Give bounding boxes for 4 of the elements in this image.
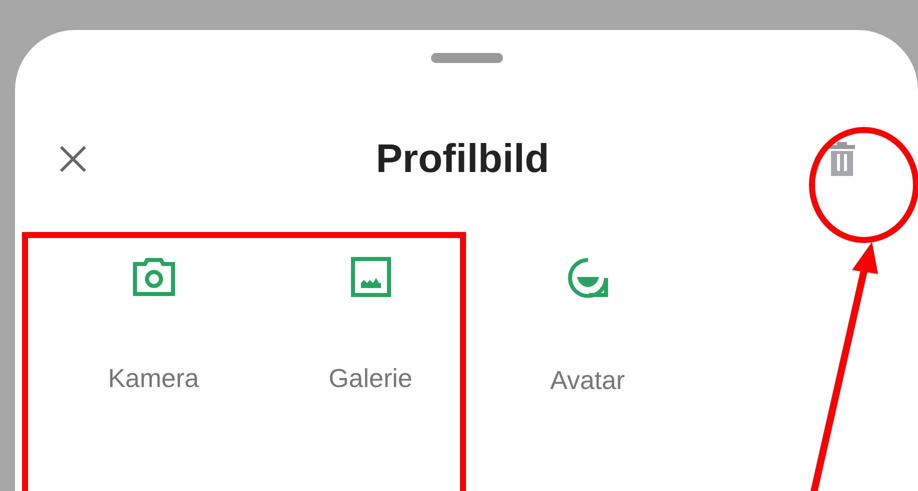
option-button[interactable]: Galerie xyxy=(262,237,479,387)
option-button[interactable]: Kamera xyxy=(45,237,262,387)
option-button[interactable]: Avatar xyxy=(479,237,696,387)
sheet-title: Profilbild xyxy=(376,136,550,183)
